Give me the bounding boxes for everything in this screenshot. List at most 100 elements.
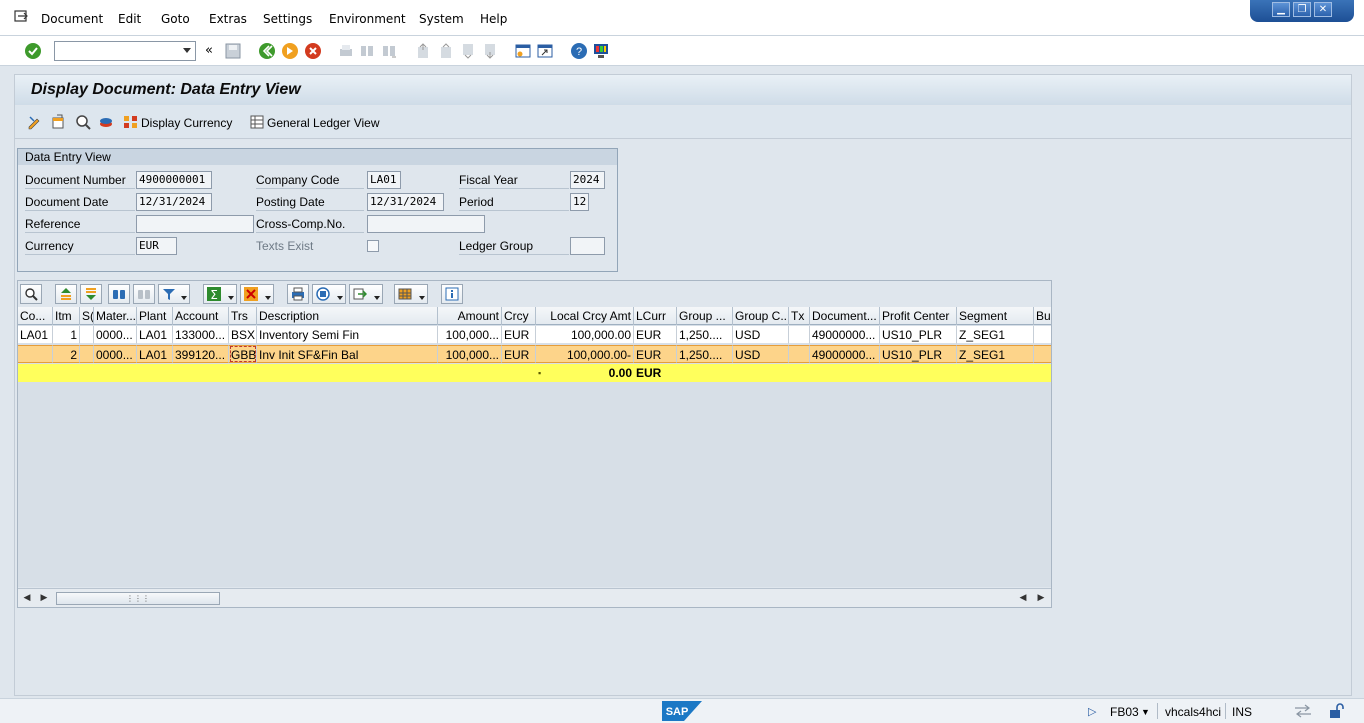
scroll-left-end-icon[interactable]: ◀ (1018, 593, 1028, 603)
cell-crcy[interactable]: EUR (502, 345, 536, 363)
help-icon[interactable]: ? (570, 42, 588, 60)
menu-document[interactable]: Document (41, 12, 103, 26)
chevron-down-icon[interactable] (337, 296, 343, 300)
cell-group-amount[interactable]: 1,250.... (677, 326, 733, 344)
find-next-button[interactable] (133, 284, 155, 304)
table-row[interactable]: LA01 1 0000... LA01 133000... BSX Invent… (18, 326, 1051, 344)
menu-goto[interactable]: Goto (161, 12, 190, 26)
cross-comp-field[interactable] (367, 215, 485, 233)
cell-segment[interactable]: Z_SEG1 (957, 326, 1034, 344)
enter-icon[interactable] (24, 42, 42, 60)
cell-segment[interactable]: Z_SEG1 (957, 345, 1034, 363)
taxes-icon[interactable] (98, 114, 114, 130)
display-change-icon[interactable] (27, 114, 43, 130)
cell-local-crcy-amt[interactable]: 100,000.00- (536, 345, 634, 363)
print-icon[interactable] (337, 42, 355, 60)
general-ledger-icon[interactable] (249, 114, 265, 130)
back-icon[interactable] (258, 42, 276, 60)
cell-company-code[interactable] (18, 345, 53, 363)
views-button[interactable] (312, 284, 346, 304)
prev-page-icon[interactable] (437, 42, 455, 60)
col-header-business-area[interactable]: Bus (1034, 307, 1051, 325)
col-header-trs[interactable]: Trs (229, 307, 257, 325)
cell-description[interactable]: Inv Init SF&Fin Bal (257, 345, 438, 363)
cell-crcy[interactable]: EUR (502, 326, 536, 344)
col-header-lcurr[interactable]: LCurr (634, 307, 677, 325)
cell-amount[interactable]: 100,000... (438, 345, 502, 363)
sort-descending-button[interactable] (80, 284, 102, 304)
exit-icon[interactable] (281, 42, 299, 60)
fiscal-year-field[interactable]: 2024 (570, 171, 605, 189)
col-header-s[interactable]: S( (80, 307, 94, 325)
next-page-icon[interactable] (459, 42, 477, 60)
col-header-profit-center[interactable]: Profit Center (880, 307, 957, 325)
col-header-item[interactable]: Itm (53, 307, 80, 325)
cell-description[interactable]: Inventory Semi Fin (257, 326, 438, 344)
document-header-icon[interactable] (50, 114, 66, 130)
document-number-field[interactable]: 4900000001 (136, 171, 212, 189)
command-field[interactable] (54, 41, 196, 61)
cell-item[interactable]: 2 (53, 345, 80, 363)
shortcut-icon[interactable] (536, 42, 554, 60)
col-header-amount[interactable]: Amount (438, 307, 502, 325)
cell-item[interactable]: 1 (53, 326, 80, 344)
menu-help[interactable]: Help (480, 12, 507, 26)
chevron-down-icon[interactable] (183, 48, 191, 53)
col-header-group-currency[interactable]: Group C... (733, 307, 789, 325)
cell-lcurr[interactable]: EUR (634, 345, 677, 363)
input-mode[interactable]: INS (1232, 705, 1252, 719)
col-header-group-amount[interactable]: Group ... (677, 307, 733, 325)
total-button[interactable]: Σ (203, 284, 237, 304)
cell-tx[interactable] (789, 345, 810, 363)
cell-document[interactable]: 49000000... (810, 345, 880, 363)
cell-lcurr[interactable]: EUR (634, 326, 677, 344)
menu-settings[interactable]: Settings (263, 12, 312, 26)
cell-tx[interactable] (789, 326, 810, 344)
cell-group-currency[interactable]: USD (733, 326, 789, 344)
cell-trs-focused[interactable]: GBB (229, 345, 257, 363)
subtotals-button[interactable] (240, 284, 274, 304)
posting-date-field[interactable]: 12/31/2024 (367, 193, 444, 211)
sort-ascending-button[interactable] (55, 284, 77, 304)
system-menu-icon[interactable] (14, 10, 30, 24)
chevron-down-icon[interactable] (181, 296, 187, 300)
scroll-left-icon[interactable]: ◀ (22, 593, 32, 603)
cell-s[interactable] (80, 326, 94, 344)
menu-edit[interactable]: Edit (118, 12, 141, 26)
chevron-down-icon[interactable] (419, 296, 425, 300)
horizontal-scrollbar[interactable]: ◀ ▶ ⋮⋮⋮ ◀ ▶ (18, 588, 1051, 607)
cell-company-code[interactable]: LA01 (18, 326, 53, 344)
status-expand-icon[interactable]: ▷ (1088, 705, 1096, 718)
scroll-right-icon[interactable]: ▶ (39, 593, 49, 603)
display-currency-button[interactable]: Display Currency (141, 116, 232, 130)
cancel-icon[interactable] (304, 42, 322, 60)
menu-system[interactable]: System (419, 12, 464, 26)
general-ledger-view-button[interactable]: General Ledger View (267, 116, 380, 130)
minimize-button[interactable]: ▁ (1272, 2, 1290, 17)
transaction-code[interactable]: FB03 (1110, 705, 1139, 719)
cell-profit-center[interactable]: US10_PLR (880, 345, 957, 363)
col-header-company-code[interactable]: Co... (18, 307, 53, 325)
customize-icon[interactable] (592, 42, 610, 60)
col-header-material[interactable]: Mater... (94, 307, 137, 325)
restore-button[interactable]: ❐ (1293, 2, 1311, 17)
document-date-field[interactable]: 12/31/2024 (136, 193, 212, 211)
menu-extras[interactable]: Extras (209, 12, 247, 26)
last-page-icon[interactable] (481, 42, 499, 60)
scroll-right-end-icon[interactable]: ▶ (1036, 593, 1046, 603)
cell-local-crcy-amt[interactable]: 100,000.00 (536, 326, 634, 344)
ledger-group-field[interactable] (570, 237, 605, 255)
find-icon[interactable] (358, 42, 376, 60)
texts-exist-checkbox[interactable] (367, 240, 379, 252)
chevron-down-icon[interactable] (228, 296, 234, 300)
col-header-crcy[interactable]: Crcy (502, 307, 536, 325)
create-session-icon[interactable] (514, 42, 532, 60)
details-button[interactable] (20, 284, 42, 304)
company-code-field[interactable]: LA01 (367, 171, 401, 189)
layout-button[interactable] (394, 284, 428, 304)
cell-profit-center[interactable]: US10_PLR (880, 326, 957, 344)
chevron-down-icon[interactable] (374, 296, 380, 300)
display-currency-icon[interactable] (123, 114, 139, 130)
col-header-tx[interactable]: Tx (789, 307, 810, 325)
select-icon[interactable] (75, 114, 91, 130)
